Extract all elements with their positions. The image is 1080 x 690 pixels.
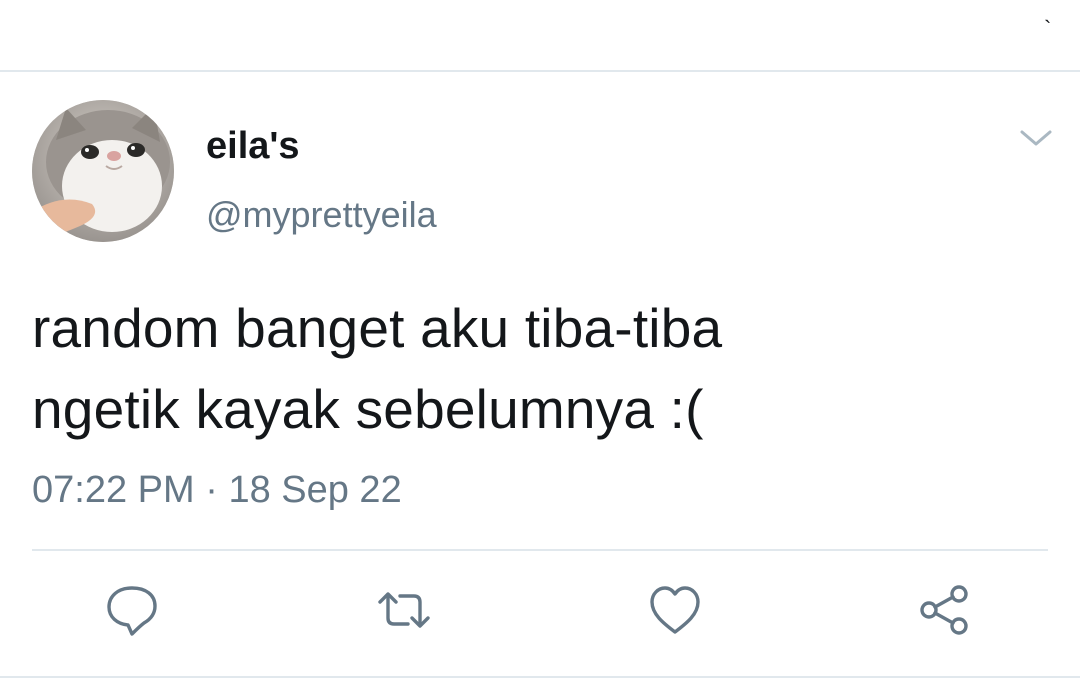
retweet-icon	[378, 592, 430, 628]
user-handle[interactable]: @myprettyeila	[206, 194, 437, 236]
action-divider	[32, 549, 1048, 551]
tweet-detail-screen: ` eila's @myprettyeila random banget aku…	[0, 0, 1080, 690]
like-button[interactable]	[645, 580, 705, 640]
reply-icon	[107, 586, 157, 636]
bottom-divider	[0, 676, 1080, 678]
share-icon	[920, 585, 968, 635]
cat-avatar-icon	[32, 100, 174, 242]
tweet-time: 07:22 PM	[32, 469, 195, 511]
avatar[interactable]	[32, 100, 174, 242]
status-tick: `	[1044, 16, 1052, 41]
top-divider	[0, 70, 1080, 72]
retweet-button[interactable]	[374, 580, 434, 640]
share-button[interactable]	[915, 580, 975, 640]
meta-separator: ·	[205, 469, 218, 511]
tweet-text-line: ngetik kayak sebelumnya :(	[32, 378, 704, 440]
tweet-timestamp[interactable]: 07:22 PM · 18 Sep 22	[32, 468, 402, 512]
tweet-date: 18 Sep 22	[228, 469, 402, 511]
display-name[interactable]: eila's	[206, 124, 300, 168]
like-icon	[650, 586, 700, 634]
tweet-text-line: random banget aku tiba-tiba	[32, 297, 723, 359]
chevron-down-icon[interactable]	[1016, 122, 1056, 154]
tweet-text: random banget aku tiba-tiba ngetik kayak…	[32, 288, 1032, 450]
action-bar	[0, 580, 1080, 640]
reply-button[interactable]	[102, 580, 162, 640]
